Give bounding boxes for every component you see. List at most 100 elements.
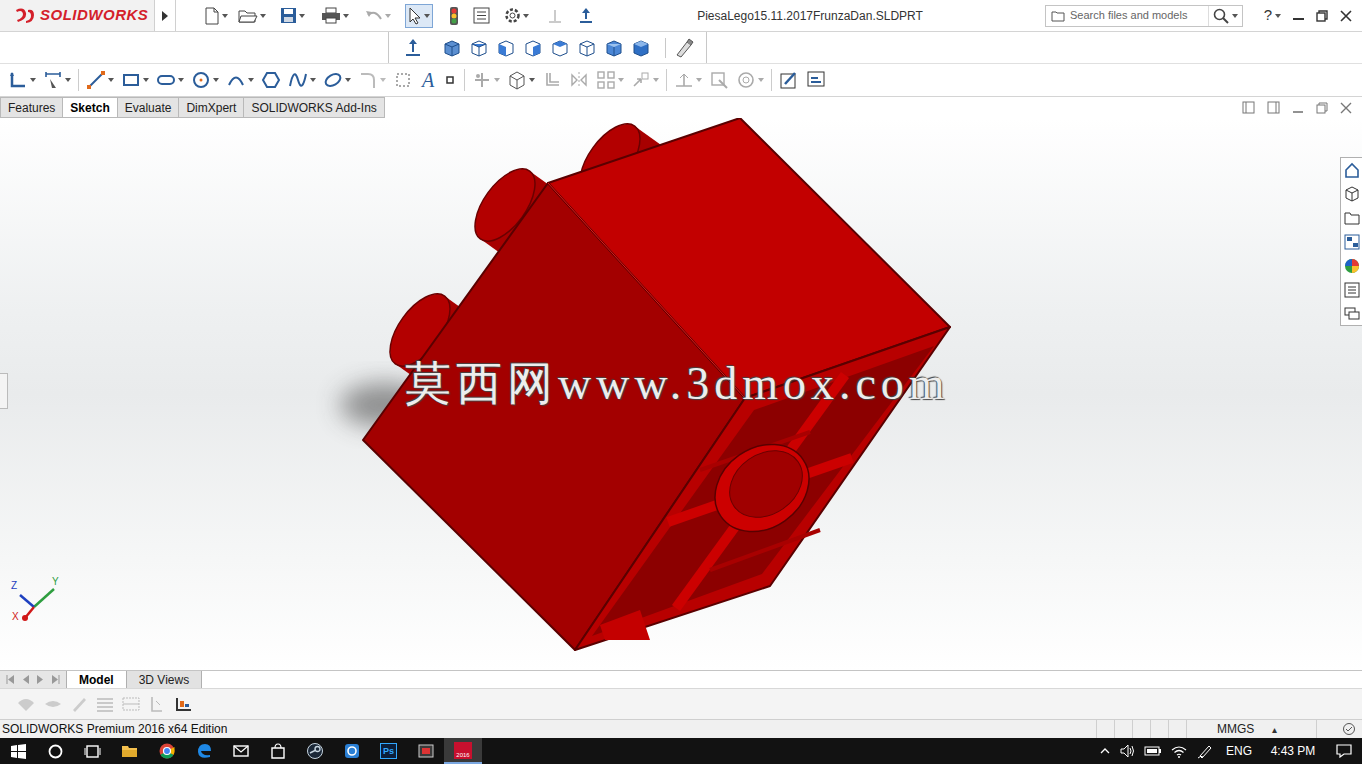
chrome-icon[interactable] [148,738,185,764]
status-options-icon[interactable] [1316,720,1362,738]
solidworks-app[interactable]: 2016 [444,738,482,764]
panel-handle[interactable] [0,373,8,409]
doc-restore-icon[interactable] [1316,102,1328,114]
origin-icon[interactable] [577,7,595,25]
steam-icon[interactable] [296,738,333,764]
cortana-circle-icon[interactable] [37,738,74,764]
move-entities-icon[interactable] [631,70,659,90]
wifi-icon[interactable] [1166,738,1192,764]
repair-sketch-icon[interactable] [709,70,729,90]
search-magnifier-icon[interactable] [1208,6,1242,26]
point-icon[interactable] [443,73,457,87]
normal-to-icon[interactable] [403,38,423,58]
command-tab[interactable]: Features [1,98,63,117]
search-box[interactable]: Search files and models [1045,5,1243,27]
print-icon[interactable] [321,7,349,24]
text-tool[interactable]: A [420,70,436,90]
annotation-icon[interactable] [16,695,36,713]
select-icon[interactable] [405,4,433,28]
dimensions-icon[interactable] [174,695,194,713]
model-tab[interactable]: Model [67,671,127,688]
rectangle-icon[interactable] [121,70,149,90]
smart-dimension-icon[interactable] [43,70,71,90]
minimize-icon[interactable] [1293,10,1304,21]
view-left-icon[interactable] [1242,101,1255,114]
restore-icon[interactable] [1316,10,1328,22]
solidworks-logo[interactable]: SOLIDWORKS [0,0,155,31]
instant-2d-icon[interactable] [806,70,826,90]
plane-icon[interactable] [547,8,563,24]
notifications-icon[interactable] [1326,738,1362,764]
battery-icon[interactable] [1140,738,1166,764]
relations-icon[interactable] [674,70,702,90]
view-right-icon[interactable] [1267,101,1280,114]
command-tab[interactable]: DimXpert [179,98,244,117]
search-placeholder[interactable]: Search files and models [1070,7,1208,24]
command-tab[interactable]: SOLIDWORKS Add-Ins [244,98,383,117]
store-icon[interactable] [259,738,296,764]
doc-close-icon[interactable] [1340,102,1352,114]
ellipse-icon[interactable] [323,70,351,90]
list-icon[interactable] [96,696,114,712]
main-menu-arrow-icon[interactable] [155,0,175,31]
task-view-icon[interactable] [74,738,111,764]
media-icon[interactable] [407,738,444,764]
spline-icon[interactable] [288,70,316,90]
forum-icon[interactable] [1341,302,1362,325]
view-cube-icon[interactable] [524,39,542,57]
appearance-icon[interactable] [665,38,694,58]
new-document-icon[interactable] [204,7,228,25]
first-tab-icon[interactable] [6,675,14,684]
slot-icon[interactable] [156,70,184,90]
shaded-cube-icon[interactable] [605,39,623,57]
polygon-icon[interactable] [261,70,281,90]
edge-icon[interactable] [185,738,222,764]
undo-icon[interactable] [365,9,391,23]
convert-entities-icon[interactable] [507,70,535,90]
previous-tab-icon[interactable] [22,675,29,684]
view-cube-icon[interactable] [551,39,569,57]
start-windows-icon[interactable] [0,738,37,764]
rapid-sketch-icon[interactable] [779,70,799,90]
surface-icon[interactable] [44,697,62,711]
appearances-icon[interactable] [1341,254,1362,277]
circle-icon[interactable] [191,70,219,90]
photoshop-app[interactable]: Ps [370,738,407,764]
line-icon[interactable] [86,70,114,90]
edit-icon[interactable] [70,695,88,713]
linear-pattern-icon[interactable] [596,70,624,90]
show-hidden-icons-icon[interactable] [1094,738,1116,764]
doc-minimize-icon[interactable] [1292,102,1304,114]
input-language[interactable]: ENG [1218,738,1260,764]
view-cube-icon[interactable] [497,39,515,57]
history-icon[interactable] [148,695,166,713]
fillet-icon[interactable] [358,70,386,90]
quick-snaps-icon[interactable] [736,70,764,90]
view-cube-icon[interactable] [470,39,488,57]
design-library-icon[interactable] [1341,182,1362,205]
file-explorer-icon[interactable] [111,738,148,764]
speaker-icon[interactable] [1116,738,1140,764]
arc-icon[interactable] [226,70,254,90]
view-palette-icon[interactable] [1341,230,1362,253]
last-tab-icon[interactable] [52,675,60,684]
offset-icon[interactable] [542,70,562,90]
options-gear-icon[interactable] [504,7,529,24]
rebuild-icon[interactable] [449,6,459,26]
graphics-area[interactable]: 莫西网www.3dmox.com Z Y X [0,118,1362,670]
open-folder-icon[interactable] [238,8,266,24]
mail-icon[interactable] [222,738,259,764]
command-tab[interactable]: Sketch [63,98,117,117]
clock[interactable]: 4:43 PM [1260,738,1326,764]
close-icon[interactable] [1340,10,1352,22]
shaded-cube-icon[interactable] [632,39,650,57]
file-explorer-icon[interactable] [1341,206,1362,229]
next-tab-icon[interactable] [37,675,44,684]
table-icon[interactable] [122,696,140,712]
sketch-icon[interactable] [8,70,36,90]
units-selector[interactable]: MMGS ▴ [1186,720,1316,738]
command-tab[interactable]: Evaluate [118,98,180,117]
mirror-icon[interactable] [569,70,589,90]
file-properties-icon[interactable] [473,7,490,24]
view-cube-icon[interactable] [578,39,596,57]
